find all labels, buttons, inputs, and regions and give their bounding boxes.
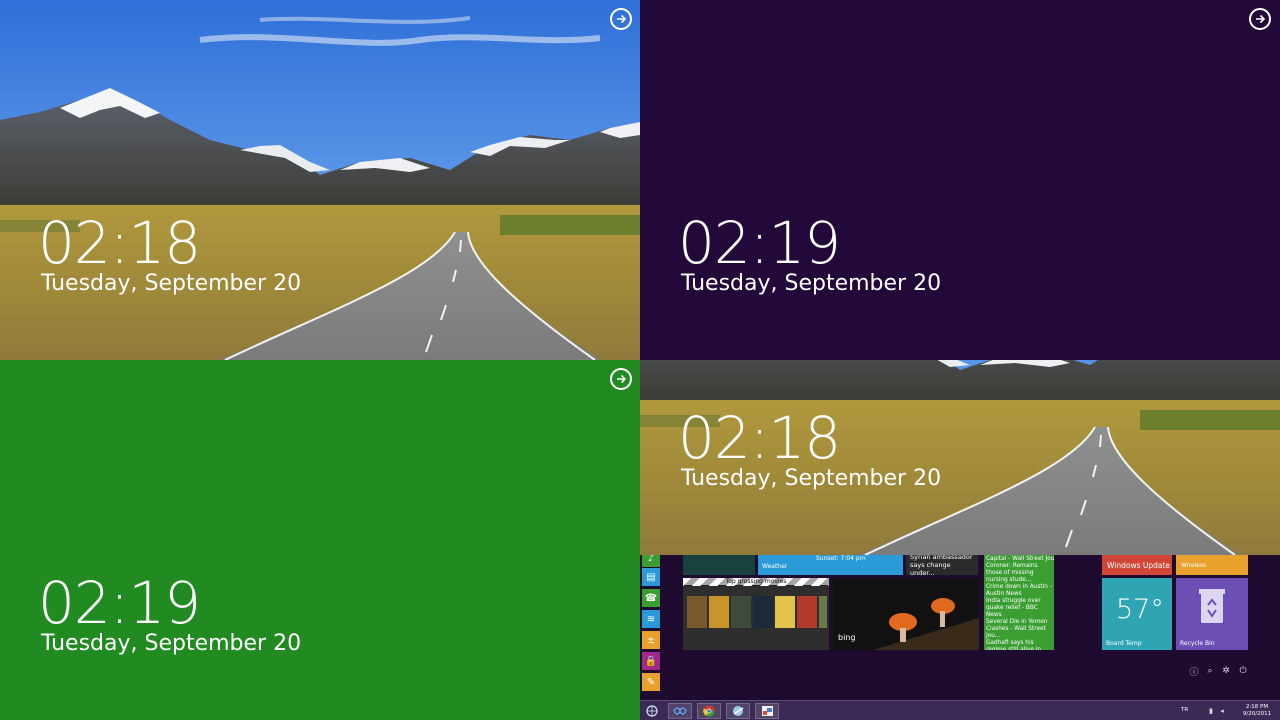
arrow-right-circle-icon[interactable] bbox=[610, 368, 632, 390]
movie-poster bbox=[731, 596, 751, 628]
news-item: India struggle over quake relief - BBC N… bbox=[986, 598, 1041, 618]
paint-app-icon[interactable] bbox=[755, 703, 779, 719]
paint-icon[interactable]: ✎ bbox=[642, 673, 660, 691]
news-item: Coroner: Remains those of missing nursin… bbox=[986, 563, 1038, 583]
tile-news-top[interactable]: Syrian ambassador says change under... bbox=[906, 555, 978, 575]
power-icon[interactable]: ⏻ bbox=[1238, 666, 1248, 676]
lock-screen-green: 02:19 Tuesday, September 20 bbox=[0, 360, 640, 720]
start-orb-icon[interactable] bbox=[641, 703, 663, 719]
wireless-label: Wireless bbox=[1181, 562, 1207, 569]
news-item: Several Die in Yemen Clashes - Wall Stre… bbox=[986, 619, 1048, 639]
tile-windows-update[interactable]: Windows Update bbox=[1102, 555, 1172, 575]
temp-value: 57° bbox=[1116, 594, 1164, 625]
side-tile-music[interactable]: ♪ bbox=[642, 555, 660, 567]
landscape-background bbox=[0, 0, 640, 360]
lock-date: Tuesday, September 20 bbox=[681, 466, 942, 491]
lock-date: Tuesday, September 20 bbox=[41, 271, 302, 296]
side-tile-app[interactable]: ▤ bbox=[642, 568, 660, 586]
tile-wireless[interactable]: Wireless bbox=[1176, 555, 1248, 575]
taskbar-clock[interactable]: 2:18 PM 9/20/2011 bbox=[1240, 704, 1274, 717]
recycle-icon bbox=[1199, 589, 1225, 623]
weather-label: Weather bbox=[762, 563, 788, 570]
recycle-bin-label: Recycle Bin bbox=[1180, 640, 1215, 647]
lock-date: Tuesday, September 20 bbox=[41, 631, 302, 656]
info-icon[interactable]: ⓘ bbox=[1189, 666, 1199, 678]
movie-poster bbox=[753, 596, 773, 628]
lock-icon[interactable]: 🔒 bbox=[642, 652, 660, 670]
movie-poster bbox=[775, 596, 795, 628]
news-item: Gadhafi says his regime still alive in L… bbox=[986, 640, 1042, 650]
start-screen: ♪ ▤ ☎ ≋ ± 🔒 ✎ Sunset: 7:04 pm Weather Sy… bbox=[640, 555, 1280, 700]
movies-title: Top grossing movies bbox=[683, 578, 829, 585]
arrow-right-circle-icon[interactable] bbox=[610, 8, 632, 30]
lock-clock: 02:19 bbox=[38, 569, 201, 637]
tile-board-temp[interactable]: 57° Board Temp bbox=[1102, 578, 1172, 650]
tile-top-movies[interactable]: Top grossing movies bbox=[683, 578, 829, 650]
arrow-right-circle-icon[interactable] bbox=[1249, 8, 1271, 30]
calculator-icon[interactable]: ± bbox=[642, 631, 660, 649]
lock-screen-sliding: 02:18 Tuesday, September 20 ♪ ▤ ☎ ≋ ± 🔒 … bbox=[640, 360, 1280, 720]
movie-poster bbox=[797, 596, 817, 628]
phone-icon[interactable]: ☎ bbox=[642, 589, 660, 607]
taskbar: TR ▮ ◂ 2:18 PM 9/20/2011 bbox=[640, 700, 1280, 720]
board-temp-label: Board Temp bbox=[1106, 640, 1142, 647]
tile-weather[interactable]: Sunset: 7:04 pm Weather bbox=[758, 555, 903, 575]
wifi-icon[interactable]: ≋ bbox=[642, 610, 660, 628]
windows-update-label: Windows Update bbox=[1107, 561, 1171, 570]
tile-news[interactable]: Capital - Wall Street Jou... Coroner: Re… bbox=[984, 555, 1054, 650]
lock-clock: 02:18 bbox=[678, 404, 841, 472]
news-top-text: Syrian ambassador says change under... bbox=[910, 555, 973, 575]
lock-clock: 02:19 bbox=[678, 209, 841, 277]
movie-poster bbox=[687, 596, 707, 628]
explorer-icon[interactable] bbox=[668, 703, 692, 719]
lock-date: Tuesday, September 20 bbox=[681, 271, 942, 296]
lock-screen-panel[interactable]: 02:18 Tuesday, September 20 bbox=[640, 360, 1280, 555]
tile-dark-green[interactable] bbox=[683, 555, 755, 575]
volume-icon[interactable]: ◂ bbox=[1217, 706, 1227, 716]
language-indicator[interactable]: TR bbox=[1181, 707, 1188, 714]
movie-poster bbox=[709, 596, 729, 628]
lock-clock: 02:18 bbox=[38, 209, 201, 277]
search-icon[interactable]: ⌕ bbox=[1205, 666, 1215, 676]
news-item: Capital - Wall Street Jou... bbox=[986, 556, 1054, 562]
tile-bing[interactable]: bing bbox=[833, 578, 979, 650]
weather-sunset: Sunset: 7:04 pm bbox=[816, 555, 866, 562]
app-icon[interactable] bbox=[726, 703, 750, 719]
lock-screen-photo-1: 02:18 Tuesday, September 20 bbox=[0, 0, 640, 360]
taskbar-date: 9/20/2011 bbox=[1242, 710, 1272, 717]
tile-recycle-bin[interactable]: Recycle Bin bbox=[1176, 578, 1248, 650]
chrome-icon[interactable] bbox=[697, 703, 721, 719]
bing-label: bing bbox=[838, 633, 856, 642]
network-icon[interactable]: ▮ bbox=[1206, 706, 1216, 716]
lock-screen-purple: 02:19 Tuesday, September 20 bbox=[640, 0, 1280, 360]
movie-poster bbox=[819, 596, 827, 628]
settings-icon[interactable]: ✲ bbox=[1221, 666, 1231, 676]
news-item: Crime down in Austin - Austin News bbox=[986, 584, 1052, 597]
